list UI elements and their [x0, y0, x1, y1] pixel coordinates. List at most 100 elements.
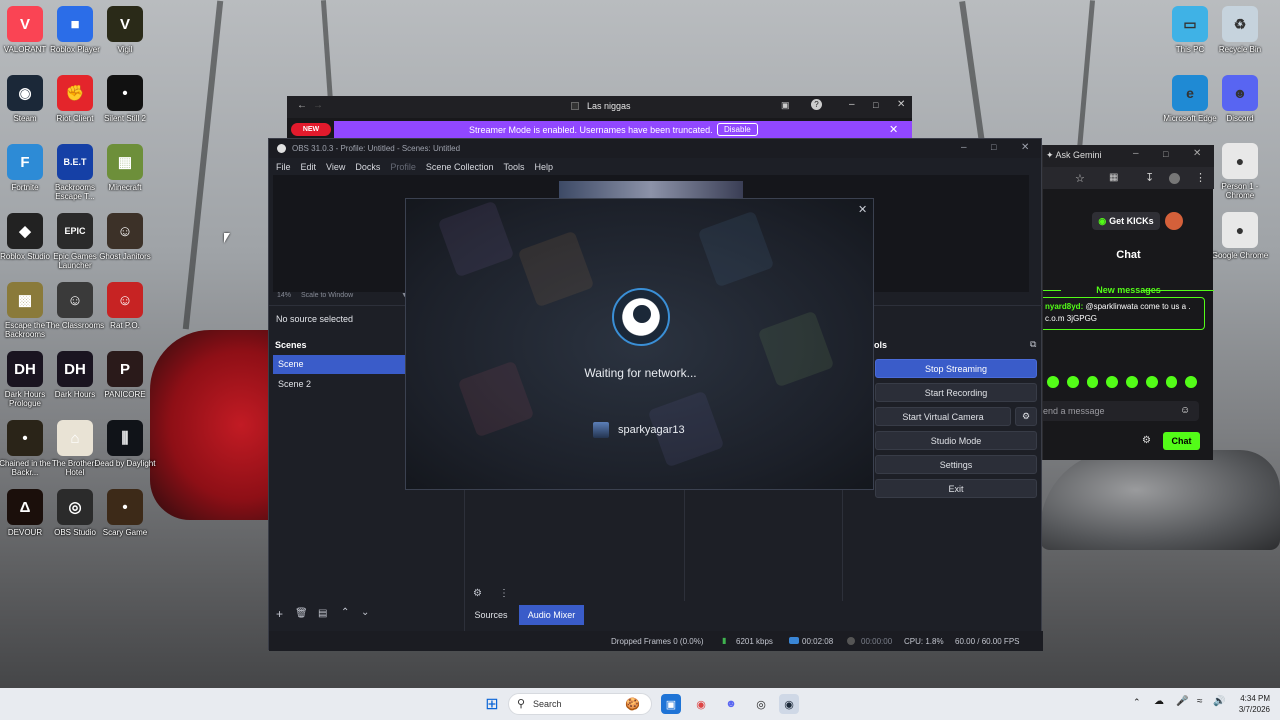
start-virtual-camera-button[interactable]: Start Virtual Camera [875, 407, 1011, 426]
emote-icon[interactable] [1106, 376, 1118, 388]
trash-icon[interactable]: 🗑 [295, 608, 308, 619]
desktop-icon[interactable]: ● Person 1 - Chrome [1211, 143, 1269, 211]
user-avatar[interactable] [1165, 212, 1183, 230]
discord-icon[interactable]: ☻ [721, 694, 741, 714]
menu-docks[interactable]: Docks [350, 162, 385, 172]
microphone-icon[interactable]: 🎤 [1176, 696, 1188, 707]
minimize-icon[interactable]: – [1133, 148, 1139, 159]
app-icon: ◎ [57, 489, 93, 525]
desktop-icon[interactable]: ● Google Chrome [1211, 212, 1269, 280]
emote-icon[interactable] [1047, 376, 1059, 388]
stop-streaming-button[interactable]: Stop Streaming [875, 359, 1037, 378]
move-up-icon[interactable]: ⌃ [341, 607, 349, 618]
add-icon[interactable]: + [276, 607, 283, 621]
chat-settings-gear-icon[interactable]: ⚙ [1142, 435, 1151, 446]
search-box[interactable]: ⚲ Search 🍪 [508, 693, 652, 715]
steam-icon[interactable]: ◉ [779, 694, 799, 714]
profile-avatar[interactable] [1169, 173, 1180, 184]
menu-kebab-icon[interactable]: ⋮ [1195, 171, 1206, 184]
emote-icon[interactable] [1185, 376, 1197, 388]
desktop-icon[interactable]: ⫼ Dead by Daylight [95, 420, 155, 488]
exit-button[interactable]: Exit [875, 479, 1037, 498]
menu-help[interactable]: Help [529, 162, 558, 172]
app-icon: V [107, 6, 143, 42]
maximize-icon[interactable]: □ [873, 100, 878, 110]
desktop-icon[interactable]: • Silent Still 2 [96, 75, 154, 143]
virtual-camera-settings-gear-icon[interactable]: ⚙ [1015, 407, 1037, 426]
close-icon[interactable]: ✕ [858, 203, 867, 216]
emoji-icon[interactable]: ☺ [1180, 405, 1190, 416]
minimize-icon[interactable]: – [961, 142, 967, 153]
close-icon[interactable]: ✕ [1021, 142, 1029, 153]
emote-icon[interactable] [1126, 376, 1138, 388]
desktop-icon[interactable]: ☺ Rat P.O. [96, 282, 154, 350]
bookmark-star-icon[interactable]: ☆ [1075, 172, 1085, 185]
minimize-icon[interactable]: – [849, 99, 855, 110]
no-source-label: No source selected [276, 314, 354, 324]
get-kicks-button[interactable]: ◉ Get KICKs [1092, 212, 1160, 230]
scale-mode-select[interactable]: Scale to Window [301, 292, 353, 299]
move-down-icon[interactable]: ⌄ [361, 607, 369, 618]
start-recording-button[interactable]: Start Recording [875, 383, 1037, 402]
extensions-icon[interactable]: ▦ [1109, 172, 1118, 183]
desktop-icon[interactable]: ☺ Ghost Janitors [96, 213, 154, 281]
back-icon[interactable]: ← [297, 100, 307, 111]
disable-button[interactable]: Disable [717, 123, 758, 136]
car-wallpaper-left [150, 330, 280, 520]
maximize-icon[interactable]: □ [1163, 149, 1168, 159]
obs-icon[interactable]: ◎ [751, 694, 771, 714]
tab-audio-mixer[interactable]: Audio Mixer [519, 605, 584, 625]
chat-message-user[interactable]: nyard8yd: [1045, 302, 1083, 311]
stream-time: 00:02:08 [802, 637, 834, 646]
maximize-icon[interactable]: □ [991, 142, 996, 152]
chat-send-button[interactable]: Chat [1163, 432, 1200, 450]
browser-tab-title[interactable]: Las niggas [587, 101, 631, 111]
menu-tools[interactable]: Tools [498, 162, 529, 172]
menu-edit[interactable]: Edit [296, 162, 322, 172]
filter-icon[interactable]: ▤ [318, 608, 327, 619]
start-windows-icon[interactable]: ⊞ [482, 694, 502, 714]
menu-scene-collection[interactable]: Scene Collection [421, 162, 499, 172]
store-icon[interactable]: ▣ [661, 694, 681, 714]
desktop-icon-label: Ghost Janitors [99, 252, 151, 261]
mixer-settings-gear-icon[interactable]: ⚙ [473, 588, 482, 599]
desktop-icon[interactable]: P PANICORE [96, 351, 154, 419]
close-banner-icon[interactable]: ✕ [889, 123, 898, 136]
chrome-icon[interactable]: ◉ [691, 694, 711, 714]
desktop-icon[interactable]: V Vigil [96, 6, 154, 74]
download-icon[interactable]: ↧ [1145, 171, 1154, 184]
cast-icon[interactable]: ▣ [781, 100, 790, 111]
studio-mode-button[interactable]: Studio Mode [875, 431, 1037, 450]
menu-view[interactable]: View [321, 162, 350, 172]
mouse-cursor [224, 233, 230, 243]
close-icon[interactable]: ✕ [1193, 148, 1201, 159]
emote-icon[interactable] [1066, 376, 1079, 388]
new-badge: NEW [291, 123, 331, 136]
desktop-icon[interactable]: ♻ Recycle Bin [1211, 6, 1269, 74]
app-icon: ☺ [107, 282, 143, 318]
settings-button[interactable]: Settings [875, 455, 1037, 474]
undock-icon[interactable]: ⧉ [1030, 339, 1036, 350]
gemini-tab-title[interactable]: ✦ Ask Gemini [1046, 150, 1102, 161]
desktop-icon[interactable]: • Scary Game [96, 489, 154, 557]
chat-input[interactable]: end a message [1043, 401, 1199, 421]
user-avatar [593, 422, 609, 438]
menu-profile[interactable]: Profile [385, 162, 421, 172]
volume-icon[interactable]: 🔊 [1213, 696, 1225, 707]
tray-chevron-icon[interactable]: ⌃ [1133, 697, 1141, 708]
desktop-icon[interactable]: ▦ Minecraft [96, 144, 154, 212]
close-icon[interactable]: ✕ [897, 99, 905, 110]
mixer-menu-kebab-icon[interactable]: ⋮ [499, 588, 509, 599]
desktop-icon[interactable]: ☻ Discord [1211, 75, 1269, 143]
forward-icon[interactable]: → [313, 100, 323, 111]
emote-icon[interactable] [1145, 376, 1158, 388]
tab-sources[interactable]: Sources [467, 605, 515, 625]
date: 3/7/2026 [1238, 705, 1270, 714]
help-icon[interactable]: ? [811, 99, 822, 110]
menu-file[interactable]: File [271, 162, 296, 172]
cloud-icon[interactable]: ☁ [1154, 696, 1164, 707]
emote-icon[interactable] [1165, 376, 1178, 388]
wifi-icon[interactable]: ≈ [1197, 696, 1203, 707]
clock[interactable]: 4:34 PM 3/7/2026 [1232, 693, 1270, 715]
emote-icon[interactable] [1086, 376, 1099, 388]
